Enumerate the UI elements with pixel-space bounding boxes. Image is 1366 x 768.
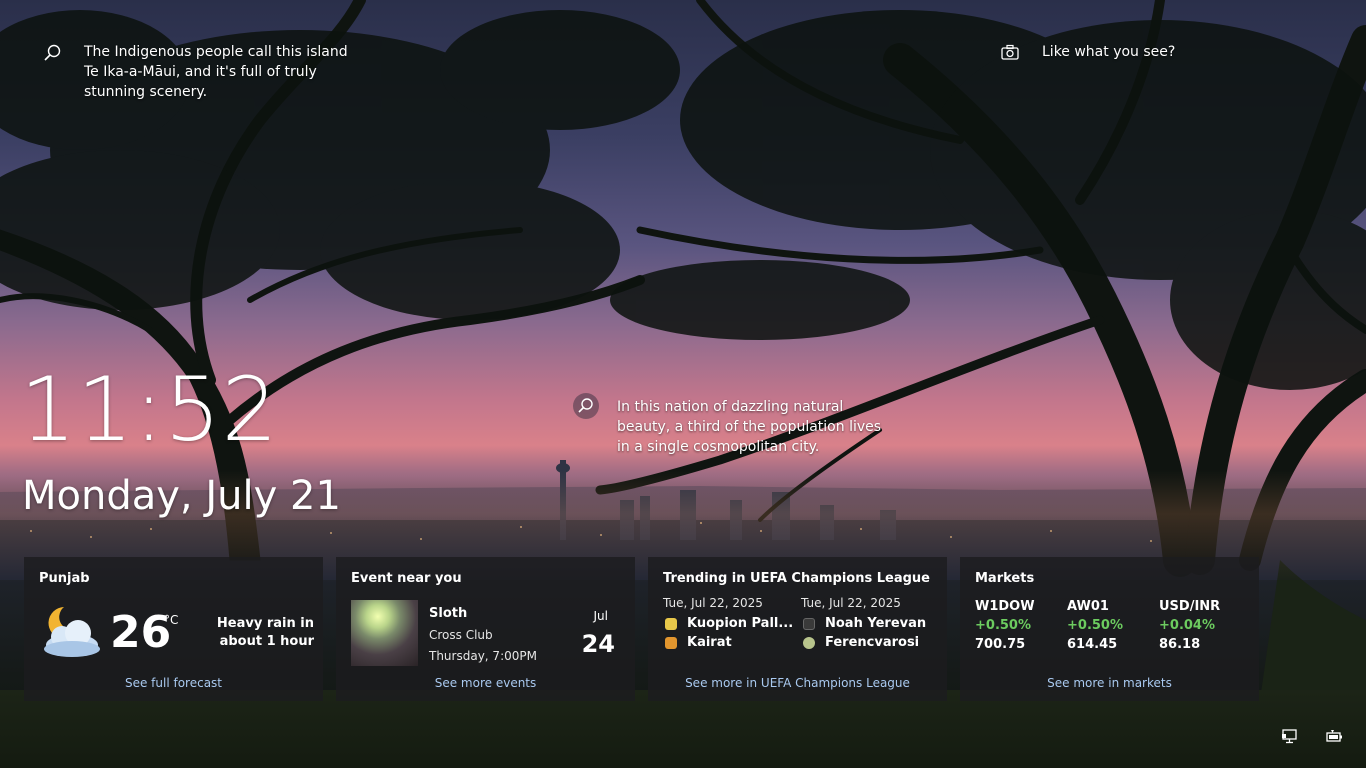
event-time: Thursday, 7:00PM xyxy=(429,649,537,663)
event-venue: Cross Club xyxy=(429,628,493,642)
event-day: 24 xyxy=(581,630,615,658)
see-more-markets-link[interactable]: See more in markets xyxy=(960,675,1259,691)
market-symbol: AW01 xyxy=(1067,599,1109,614)
market-change: +0.50% xyxy=(1067,618,1123,633)
team-name: Kuopion Pall... xyxy=(687,616,794,631)
search-icon xyxy=(573,393,599,419)
see-more-uefa-link[interactable]: See more in UEFA Champions League xyxy=(648,675,947,691)
market-symbol: W1DOW xyxy=(975,599,1035,614)
sports-card-title: Trending in UEFA Champions League xyxy=(663,571,930,586)
spotlight-hint-1-text: The Indigenous people call this island T… xyxy=(84,44,348,100)
markets-card-title: Markets xyxy=(975,571,1035,586)
weather-location: Punjab xyxy=(39,571,90,586)
weather-unit: °C xyxy=(164,613,179,627)
market-item[interactable]: AW01 +0.50% 614.45 xyxy=(1067,597,1157,654)
weather-card[interactable]: Punjab 26 °C Heavy rain in about 1 hour … xyxy=(24,557,323,701)
team-name: Ferencvarosi xyxy=(825,635,920,650)
event-card[interactable]: Event near you Sloth Cross Club Thursday… xyxy=(336,557,635,701)
spotlight-hint-2-text: In this nation of dazzling natural beaut… xyxy=(617,399,882,455)
lock-screen: The Indigenous people call this island T… xyxy=(0,0,1366,768)
team-row: Noah Yerevan xyxy=(801,615,941,634)
market-item[interactable]: USD/INR +0.04% 86.18 xyxy=(1159,597,1249,654)
market-change: +0.04% xyxy=(1159,618,1215,633)
partly-cloudy-night-icon xyxy=(44,607,100,657)
team-row: Kuopion Pall... xyxy=(663,615,803,634)
match-date: Tue, Jul 22, 2025 xyxy=(801,596,901,610)
like-what-you-see-text: Like what you see? xyxy=(1042,44,1176,60)
match-date: Tue, Jul 22, 2025 xyxy=(663,596,763,610)
team-name: Noah Yerevan xyxy=(825,616,927,631)
search-icon xyxy=(44,44,61,61)
market-value: 614.45 xyxy=(1067,637,1118,652)
match-item[interactable]: Tue, Jul 22, 2025 Noah Yerevan Ferencvar… xyxy=(801,595,941,653)
spotlight-hint-1[interactable]: The Indigenous people call this island T… xyxy=(42,42,372,104)
markets-card[interactable]: Markets W1DOW +0.50% 700.75 AW01 +0.50% … xyxy=(960,557,1259,701)
match-item[interactable]: Tue, Jul 22, 2025 Kuopion Pall... Kairat xyxy=(663,595,803,653)
event-name: Sloth xyxy=(429,606,468,621)
market-value: 86.18 xyxy=(1159,637,1201,652)
weather-condition: Heavy rain in about 1 hour xyxy=(216,616,314,649)
team-name: Kairat xyxy=(687,635,732,650)
spotlight-hint-2[interactable]: In this nation of dazzling natural beaut… xyxy=(573,393,903,459)
event-month: Jul xyxy=(593,609,608,623)
market-item[interactable]: W1DOW +0.50% 700.75 xyxy=(975,597,1065,654)
team-crest-icon xyxy=(665,618,677,630)
battery-icon[interactable] xyxy=(1325,727,1343,745)
team-crest-icon xyxy=(803,618,815,630)
lock-date: Monday, July 21 xyxy=(22,473,341,519)
lock-time: 11:52 xyxy=(20,358,279,461)
event-card-title: Event near you xyxy=(351,571,462,586)
team-row: Ferencvarosi xyxy=(801,634,941,653)
team-crest-icon xyxy=(803,637,815,649)
grass-foreground xyxy=(0,690,1366,768)
sports-card[interactable]: Trending in UEFA Champions League Tue, J… xyxy=(648,557,947,701)
team-crest-icon xyxy=(665,637,677,649)
network-icon[interactable] xyxy=(1281,727,1299,745)
weather-temperature: 26 xyxy=(110,607,172,658)
camera-icon xyxy=(1001,44,1019,60)
team-row: Kairat xyxy=(663,634,803,653)
market-value: 700.75 xyxy=(975,637,1026,652)
event-thumbnail xyxy=(351,600,418,666)
market-symbol: USD/INR xyxy=(1159,599,1221,614)
like-what-you-see[interactable]: Like what you see? xyxy=(1000,42,1200,66)
market-change: +0.50% xyxy=(975,618,1031,633)
see-full-forecast-link[interactable]: See full forecast xyxy=(24,675,323,691)
see-more-events-link[interactable]: See more events xyxy=(336,675,635,691)
